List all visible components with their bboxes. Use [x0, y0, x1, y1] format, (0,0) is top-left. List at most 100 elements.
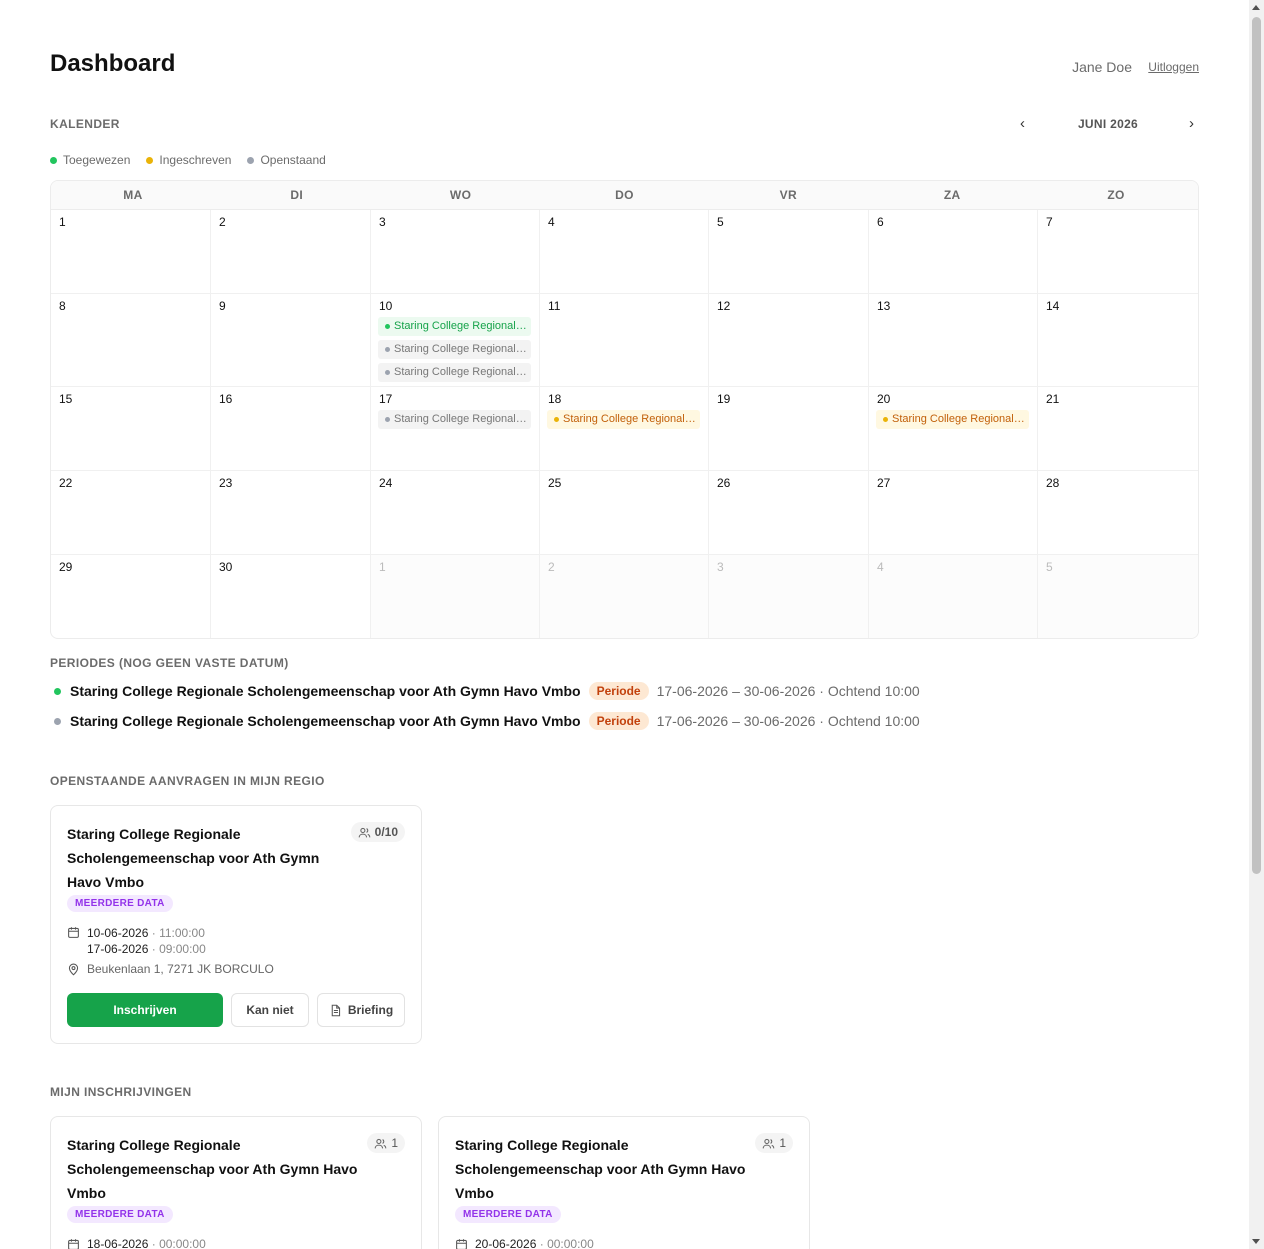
calendar-day-cell[interactable]: 30: [211, 555, 371, 638]
calendar-day-cell[interactable]: 3: [371, 210, 540, 294]
document-icon: [331, 1004, 340, 1017]
signup-button[interactable]: Inschrijven: [67, 993, 223, 1027]
day-number: 2: [548, 560, 555, 574]
calendar-day-cell[interactable]: 4: [540, 210, 709, 294]
event-title: Staring College Regionale Scholengemeens…: [563, 413, 696, 425]
calendar-day-cell[interactable]: 7: [1038, 210, 1198, 294]
event-title: Staring College Regionale Scholengemeens…: [394, 366, 527, 378]
calendar-event[interactable]: Staring College Regionale Scholengemeens…: [378, 317, 531, 336]
chevron-right-icon[interactable]: ›: [1189, 115, 1194, 132]
calendar-day-cell[interactable]: 19: [709, 387, 869, 471]
weekday-label: MA: [123, 188, 143, 202]
scroll-up-icon[interactable]: [1252, 5, 1260, 10]
scroll-thumb[interactable]: [1252, 17, 1261, 874]
calendar-day-cell[interactable]: 5: [1038, 555, 1198, 638]
day-number: 17: [379, 392, 393, 406]
date-line: 18-06-2026 · 00:00:00: [87, 1237, 206, 1249]
calendar-event[interactable]: Staring College Regionale Scholengemeens…: [876, 410, 1029, 429]
day-number: 10: [379, 299, 393, 313]
calendar-event[interactable]: Staring College Regionale Scholengemeens…: [378, 410, 531, 429]
scrollbar[interactable]: [1249, 0, 1264, 1249]
calendar-day-cell[interactable]: 9: [211, 294, 371, 387]
legend-item: Ingeschreven: [146, 152, 231, 168]
periods-section-label: PERIODES (NOG GEEN VASTE DATUM): [50, 656, 289, 670]
status-dot-icon: [54, 717, 61, 725]
calendar-day-cell[interactable]: 28: [1038, 471, 1198, 555]
calendar-day-cell[interactable]: 5: [709, 210, 869, 294]
event-title: Staring College Regionale Scholengemeens…: [394, 413, 527, 425]
period-row[interactable]: Staring College Regionale Scholengemeens…: [50, 680, 920, 702]
calendar-day-cell[interactable]: 10 Staring College Regionale Scholengemee…: [371, 294, 540, 387]
users-icon: [763, 1138, 775, 1149]
calendar-day-cell[interactable]: 6: [869, 210, 1038, 294]
card-title-line: Havo Vmbo: [67, 874, 145, 890]
calendar-day-cell[interactable]: 11: [540, 294, 709, 387]
day-number: 29: [59, 560, 73, 574]
calendar-day-cell[interactable]: 12: [709, 294, 869, 387]
participants-count: 1: [391, 1136, 398, 1150]
card-title-line: Scholengemeenschap voor Ath Gymn Havo: [455, 1161, 746, 1177]
card-title-line: Staring College Regionale: [67, 826, 241, 842]
scroll-down-icon[interactable]: [1252, 1239, 1260, 1244]
calendar-day-cell[interactable]: 3: [709, 555, 869, 638]
weekday-label: DI: [290, 188, 304, 202]
legend-item: Toegewezen: [50, 152, 130, 168]
date-value: 18-06-2026: [87, 1237, 149, 1249]
calendar-day-cell[interactable]: 27: [869, 471, 1038, 555]
multiple-dates-badge: MEERDERE DATA: [67, 895, 173, 912]
calendar-day-cell[interactable]: 25: [540, 471, 709, 555]
card-title: Staring College Regionale Scholengemeensc…: [67, 1133, 357, 1205]
users-icon: [375, 1138, 387, 1149]
calendar-day-cell[interactable]: 1: [51, 210, 211, 294]
calendar-day-cell[interactable]: 29: [51, 555, 211, 638]
participants-count: 1: [779, 1136, 786, 1150]
dates-row: 10-06-2026 · 11:00:00 17-06-2026 · 09:00…: [67, 925, 206, 957]
calendar-day-cell[interactable]: 2: [540, 555, 709, 638]
legend-dot-icon: [247, 156, 255, 164]
calendar-day-cell[interactable]: 8: [51, 294, 211, 387]
users-icon: [358, 827, 370, 838]
calendar-event[interactable]: Staring College Regionale Scholengemeens…: [378, 340, 531, 359]
day-number: 21: [1046, 392, 1060, 406]
status-dot-icon: [385, 417, 390, 422]
day-number: 4: [877, 560, 884, 574]
page-header: Dashboard Jane Doe Uitloggen: [50, 48, 1199, 84]
card-title-line: Vmbo: [455, 1185, 494, 1201]
calendar-day-cell[interactable]: 14: [1038, 294, 1198, 387]
day-number: 30: [219, 560, 233, 574]
calendar-day-cell[interactable]: 23: [211, 471, 371, 555]
calendar-day-cell[interactable]: 18Staring College Regionale Scholengemee…: [540, 387, 709, 471]
calendar-day-cell[interactable]: 15: [51, 387, 211, 471]
calendar-day-cell[interactable]: 21: [1038, 387, 1198, 471]
calendar-day-cell[interactable]: 1: [371, 555, 540, 638]
dates-row: 18-06-2026 · 00:00:00: [67, 1237, 206, 1249]
briefing-button[interactable]: Briefing: [317, 993, 405, 1027]
period-badge: Periode: [588, 682, 649, 700]
calendar-day-cell[interactable]: 26: [709, 471, 869, 555]
calendar-event[interactable]: Staring College Regionale Scholengemeens…: [378, 363, 531, 382]
period-row[interactable]: Staring College Regionale Scholengemeens…: [50, 710, 920, 732]
card-title-line: Scholengemeenschap voor Ath Gymn: [67, 850, 320, 866]
calendar-day-cell[interactable]: 22: [51, 471, 211, 555]
day-number: 11: [548, 299, 561, 313]
day-number: 3: [379, 215, 386, 229]
calendar-day-cell[interactable]: 13: [869, 294, 1038, 387]
calendar-day-cell[interactable]: 4: [869, 555, 1038, 638]
cant-button[interactable]: Kan niet: [231, 993, 309, 1027]
calendar-event[interactable]: Staring College Regionale Scholengemeens…: [547, 410, 700, 429]
multiple-dates-badge: MEERDERE DATA: [67, 1206, 173, 1223]
calendar-day-cell[interactable]: 2: [211, 210, 371, 294]
logout-link[interactable]: Uitloggen: [1148, 60, 1199, 74]
calendar-day-cell[interactable]: 20Staring College Regionale Scholengemee…: [869, 387, 1038, 471]
signup-card: Staring College Regionale Scholengemeensc…: [438, 1116, 810, 1249]
weekday-label: DO: [615, 188, 634, 202]
legend-label: Ingeschreven: [159, 153, 232, 167]
calendar-day-cell[interactable]: 17Staring College Regionale Scholengemee…: [371, 387, 540, 471]
chevron-left-icon[interactable]: ‹: [1020, 115, 1025, 132]
calendar-day-cell[interactable]: 16: [211, 387, 371, 471]
calendar-day-cell[interactable]: 24: [371, 471, 540, 555]
weekday-label: VR: [779, 188, 798, 202]
status-dot-icon: [554, 417, 559, 422]
day-number: 5: [1046, 560, 1053, 574]
event-title: Staring College Regionale Scholengemeens…: [892, 413, 1025, 425]
